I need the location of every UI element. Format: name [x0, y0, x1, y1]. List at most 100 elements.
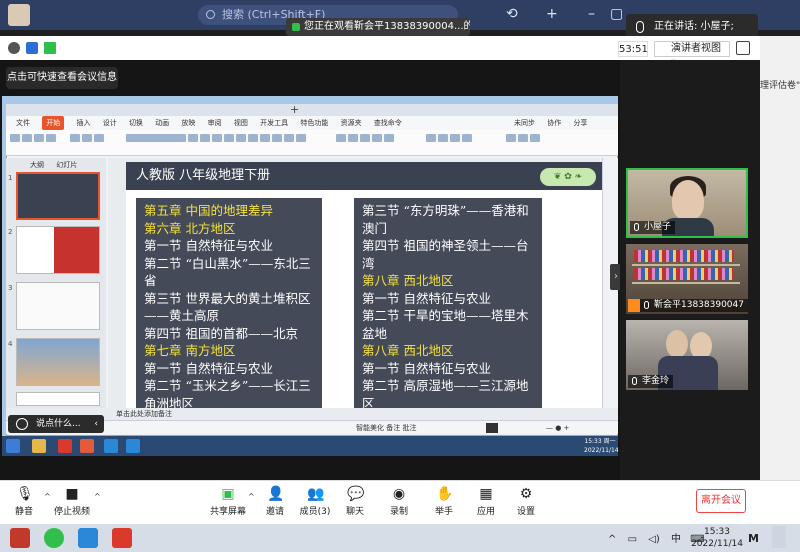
ribbon-paragraph-group[interactable]	[236, 132, 308, 154]
slide-thumbnail[interactable]	[16, 282, 100, 330]
start-icon[interactable]	[6, 439, 20, 453]
participant-video[interactable]: 小屋子	[626, 168, 748, 238]
security-shield-icon[interactable]	[26, 42, 38, 54]
menu-features[interactable]: 特色功能	[300, 116, 328, 130]
menu-design[interactable]: 设计	[103, 116, 117, 130]
fullscreen-icon[interactable]	[736, 41, 750, 55]
invite-label: 邀请	[265, 507, 284, 517]
menu-review[interactable]: 审阅	[208, 116, 222, 130]
ime-logo-icon[interactable]: M	[748, 532, 759, 545]
ribbon-font-group[interactable]	[126, 132, 236, 154]
menu-animation[interactable]: 动画	[155, 116, 169, 130]
tab-outline[interactable]: 大纲	[30, 161, 44, 169]
ribbon-clipboard-group[interactable]	[10, 132, 58, 154]
play-slideshow-icon[interactable]	[486, 423, 498, 433]
menu-developer[interactable]: 开发工具	[260, 116, 288, 130]
meeting-app-icon[interactable]	[104, 439, 118, 453]
chat-popup-text: 说点什么...	[36, 419, 81, 429]
system-clock[interactable]: 15:33 2022/11/14	[690, 526, 744, 550]
participant-video[interactable]: 李金玲	[626, 320, 748, 390]
chat-popup[interactable]: 说点什么... ‹	[8, 415, 104, 433]
new-tab-icon[interactable]: +	[290, 103, 299, 116]
chevron-up-icon[interactable]: ^	[608, 534, 616, 545]
menu-view[interactable]: 视图	[234, 116, 248, 130]
participant-face	[672, 180, 704, 220]
invite-button[interactable]: 👤 邀请	[253, 487, 297, 521]
menu-share[interactable]: 分享	[574, 116, 588, 130]
menu-insert[interactable]: 插入	[76, 116, 90, 130]
clock-time: 15:33	[704, 527, 730, 537]
slide-text-line: 第一节 自然特征与农业	[144, 238, 273, 253]
wps-tab-bar: +	[6, 103, 618, 116]
participant-name: 靳会平13838390047	[654, 300, 744, 310]
speaking-text: 正在讲话: 小屋子;	[654, 21, 734, 32]
participant-video[interactable]: 靳会平13838390047	[626, 244, 748, 314]
history-icon[interactable]: ⟲	[506, 6, 518, 22]
menu-unsynced[interactable]: 未同步	[514, 116, 535, 130]
ribbon-arrange-group[interactable]	[426, 132, 474, 154]
emoji-icon[interactable]	[16, 418, 28, 430]
notification-icon[interactable]	[772, 526, 786, 548]
menu-collaborate[interactable]: 协作	[547, 116, 561, 130]
ribbon-edit-group[interactable]	[506, 132, 542, 154]
user-avatar[interactable]	[8, 4, 30, 26]
info-icon[interactable]	[8, 42, 20, 54]
raise-hand-button[interactable]: ✋ 举手	[422, 487, 466, 521]
thumb-num-1: 1	[8, 174, 13, 182]
folder-icon[interactable]	[32, 439, 46, 453]
slide-thumbnail[interactable]	[16, 172, 100, 220]
network-icon[interactable]: ▭	[628, 534, 637, 545]
slide-text-line: 第三节 “东方明珠”——香港和澳门	[362, 203, 529, 236]
maximize-icon[interactable]: ▢	[610, 6, 623, 22]
chat-button[interactable]: 💬 聊天	[333, 487, 377, 521]
slide-thumbnail[interactable]	[16, 226, 100, 274]
chat-app-icon[interactable]	[126, 439, 140, 453]
remote-clock: 15:33 周一 2022/11/14	[584, 437, 619, 455]
menu-transition[interactable]: 切换	[129, 116, 143, 130]
browser-icon[interactable]	[10, 528, 30, 548]
apps-button[interactable]: ▦ 应用	[464, 487, 508, 521]
menu-resources[interactable]: 资源夹	[341, 116, 362, 130]
menu-find-command[interactable]: 查找命令	[374, 116, 402, 130]
add-icon[interactable]: +	[546, 6, 558, 22]
meeting-info-tooltip: 点击可快速查看会议信息	[6, 67, 118, 89]
menu-start[interactable]: 开始	[42, 116, 65, 130]
wechat-icon[interactable]	[44, 528, 64, 548]
menu-slideshow[interactable]: 放映	[181, 116, 195, 130]
share-screen-button[interactable]: ▣ 共享屏幕	[206, 487, 250, 521]
screen-share-banner[interactable]: 您正在观看靳会平13838390004...的屏幕	[286, 18, 470, 36]
mute-button[interactable]: 🎙 静音	[2, 487, 46, 521]
clock-date: 2022/11/14	[691, 539, 743, 549]
remote-taskbar	[2, 436, 618, 456]
slide-thumbnail[interactable]	[16, 338, 100, 386]
volume-icon[interactable]: ◁)	[648, 534, 660, 545]
ribbon-slide-group[interactable]	[70, 132, 106, 154]
menu-file[interactable]: 文件	[16, 116, 30, 130]
slide-thumbnail[interactable]	[16, 392, 100, 406]
leave-meeting-button[interactable]: 离开会议	[696, 489, 746, 513]
members-icon: 👥	[307, 486, 325, 502]
slide-text-line: 第二节 干旱的宝地——塔里木盆地	[362, 308, 529, 341]
remote-clock-time: 15:33 周一	[584, 438, 616, 445]
minimize-icon[interactable]: –	[588, 6, 595, 22]
microphone-icon	[634, 223, 639, 231]
tab-slides[interactable]: 幻灯片	[56, 161, 77, 169]
zoom-slider[interactable]: — ● +	[546, 421, 569, 435]
presentation-icon[interactable]	[80, 439, 94, 453]
chevron-up-icon[interactable]: ^	[94, 492, 101, 501]
slide-text-line: 第五章 中国的地理差异	[144, 203, 273, 218]
stop-video-button[interactable]: ■ 停止视频	[50, 487, 94, 521]
view-mode-button[interactable]: 演讲者视图 ▾	[654, 41, 730, 68]
meeting-app-icon[interactable]	[78, 528, 98, 548]
wps-icon[interactable]	[112, 528, 132, 548]
slide-text-line: 第一节 自然特征与农业	[362, 290, 491, 306]
members-button[interactable]: 👥 成员(3)	[293, 487, 337, 521]
wps-icon[interactable]	[58, 439, 72, 453]
ribbon-drawing-group[interactable]	[336, 132, 396, 154]
slide-text-line: 第一节 自然特征与农业	[362, 360, 491, 376]
chevron-left-icon[interactable]: ‹	[94, 415, 98, 433]
input-method[interactable]: 中	[671, 534, 681, 545]
signal-strength-icon[interactable]	[44, 42, 56, 54]
settings-button[interactable]: ⚙ 设置	[504, 487, 548, 521]
record-button[interactable]: ◉ 录制	[377, 487, 421, 521]
